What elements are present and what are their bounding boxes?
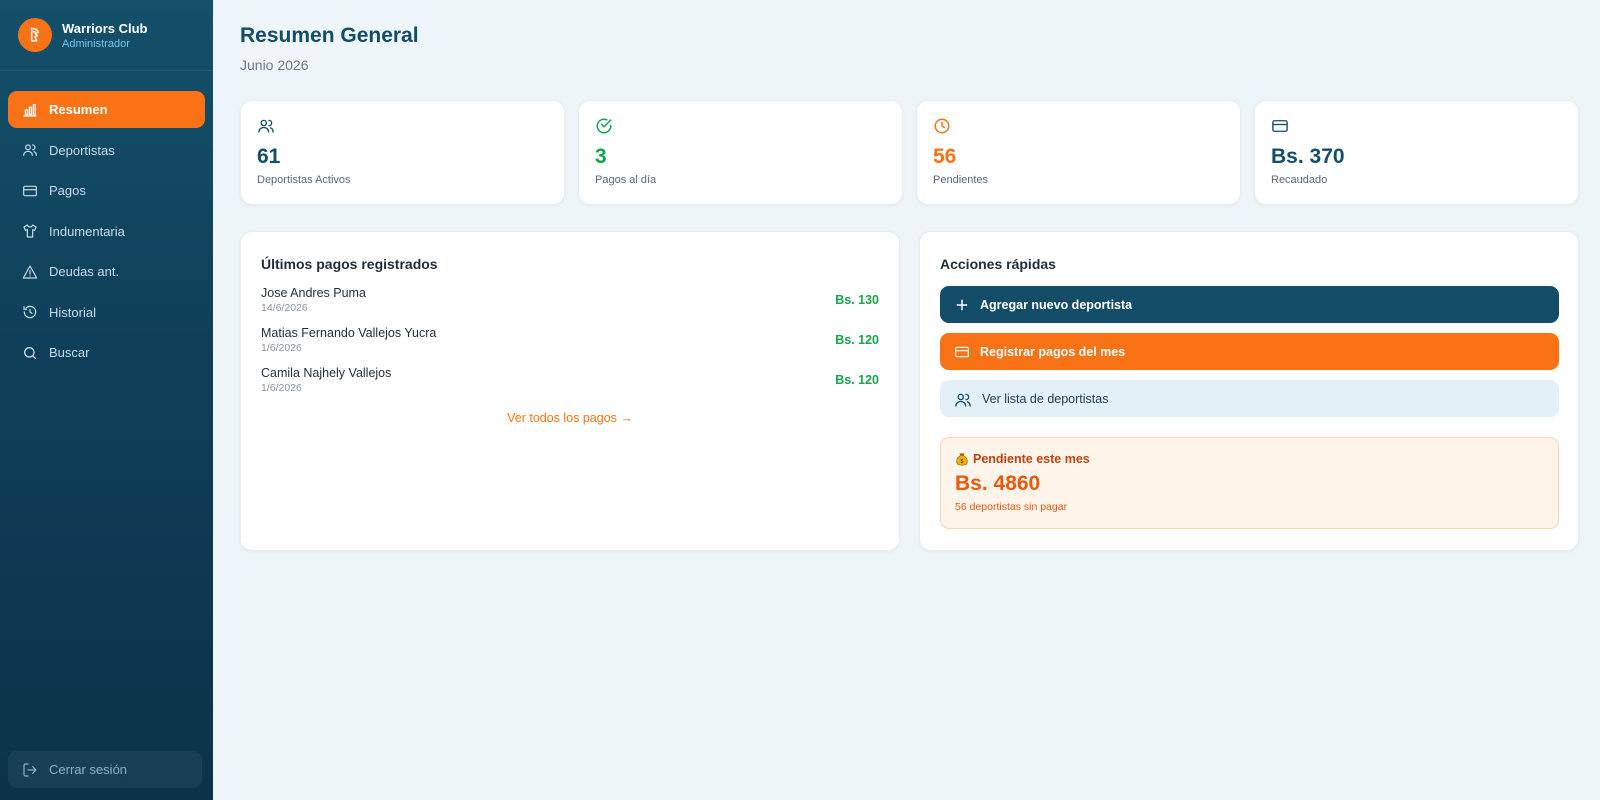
pending-subtitle: 56 deportistas sin pagar <box>955 501 1068 513</box>
add-athlete-button[interactable]: Agregar nuevo deportista <box>940 286 1559 323</box>
brand-header: Warriors Club Administrador <box>0 0 213 71</box>
credit-card-icon <box>22 183 38 199</box>
sidebar-item-label: Deportistas <box>49 142 115 158</box>
logout-button[interactable]: Cerrar sesión <box>8 751 202 788</box>
add-athlete-label: Agregar nuevo deportista <box>980 297 1133 312</box>
sidebar-item-label: Indumentaria <box>49 223 125 239</box>
payment-athlete-name: Jose Andres Puma <box>261 286 366 300</box>
sidebar-item-label: Pagos <box>49 183 86 198</box>
pending-month-panel: $ Pendiente este mes Bs. 4860 56 deporti… <box>940 437 1559 529</box>
payment-date: 14/6/2026 <box>261 302 308 314</box>
card-title: Acciones rápidas <box>940 256 1056 272</box>
sidebar: Warriors Club Administrador Resumen Depo… <box>0 0 213 800</box>
payment-row[interactable]: Jose Andres Puma 14/6/2026 Bs. 130 <box>261 286 879 320</box>
stat-card-paid: 3 Pagos al día <box>578 100 903 205</box>
clock-icon <box>933 117 951 135</box>
view-athletes-button[interactable]: Ver lista de deportistas <box>940 380 1559 417</box>
stat-value: 61 <box>257 145 281 168</box>
bar-chart-icon <box>22 102 38 118</box>
stat-label: Pendientes <box>933 174 989 186</box>
payment-amount: Bs. 120 <box>835 373 879 387</box>
sidebar-item-pagos[interactable]: Pagos <box>8 172 205 209</box>
sidebar-nav: Resumen Deportistas Pagos Indumentaria D… <box>0 71 213 371</box>
check-circle-icon <box>595 117 613 135</box>
logout-icon <box>22 762 38 778</box>
history-icon <box>22 304 38 320</box>
logout-label: Cerrar sesión <box>49 762 128 777</box>
card-title: Últimos pagos registrados <box>261 256 438 272</box>
sidebar-item-deportistas[interactable]: Deportistas <box>8 132 205 169</box>
users-icon <box>954 391 972 407</box>
club-name: Warriors Club <box>62 20 148 36</box>
payment-row[interactable]: Camila Najhely Vallejos 1/6/2026 Bs. 120 <box>261 366 879 400</box>
club-logo <box>18 18 52 52</box>
stat-card-pending: 56 Pendientes <box>916 100 1241 205</box>
payment-date: 1/6/2026 <box>261 342 302 354</box>
stat-value: Bs. 370 <box>1271 145 1345 168</box>
sidebar-item-resumen[interactable]: Resumen <box>8 91 205 128</box>
sidebar-item-indumentaria[interactable]: Indumentaria <box>8 213 205 250</box>
user-role: Administrador <box>62 37 130 50</box>
stat-label: Deportistas Activos <box>257 174 351 186</box>
sidebar-item-label: Resumen <box>49 102 108 117</box>
stat-card-collected: Bs. 370 Recaudado <box>1254 100 1579 205</box>
pending-title: Pendiente este mes <box>973 452 1090 466</box>
view-athletes-label: Ver lista de deportistas <box>982 391 1109 406</box>
sidebar-item-deudas[interactable]: Deudas ant. <box>8 253 205 290</box>
quick-actions-card: Acciones rápidas Agregar nuevo deportist… <box>919 231 1579 551</box>
payment-amount: Bs. 130 <box>835 293 879 307</box>
sidebar-item-label: Buscar <box>49 345 90 360</box>
see-all-payments-link[interactable]: Ver todos los pagos → <box>241 411 899 425</box>
money-bag-icon: $ <box>955 452 969 466</box>
payment-amount: Bs. 120 <box>835 333 879 347</box>
stat-card-active-athletes: 61 Deportistas Activos <box>240 100 565 205</box>
payment-athlete-name: Matias Fernando Vallejos Yucra <box>261 326 437 340</box>
stat-value: 56 <box>933 145 957 168</box>
sidebar-item-label: Historial <box>49 304 96 320</box>
register-payments-label: Registrar pagos del mes <box>980 344 1126 359</box>
shirt-icon <box>22 223 38 239</box>
plus-icon <box>954 297 970 313</box>
payment-date: 1/6/2026 <box>261 382 302 394</box>
page-subtitle: Junio 2026 <box>240 57 309 73</box>
svg-text:$: $ <box>961 459 964 465</box>
stat-label: Pagos al día <box>595 174 657 186</box>
payment-row[interactable]: Matias Fernando Vallejos Yucra 1/6/2026 … <box>261 326 879 360</box>
credit-card-icon <box>1271 117 1289 135</box>
stat-label: Recaudado <box>1271 174 1328 186</box>
users-icon <box>257 117 275 135</box>
credit-card-icon <box>954 344 970 360</box>
sidebar-item-buscar[interactable]: Buscar <box>8 334 205 371</box>
stat-value: 3 <box>595 145 607 168</box>
users-icon <box>22 142 38 158</box>
sidebar-item-label: Deudas ant. <box>49 264 120 279</box>
page-title: Resumen General <box>240 24 419 47</box>
main-content: Resumen General Junio 2026 61 Deportista… <box>213 0 1600 800</box>
alert-triangle-icon <box>22 264 38 280</box>
sidebar-item-historial[interactable]: Historial <box>8 294 205 331</box>
pending-amount: Bs. 4860 <box>955 472 1041 495</box>
register-payments-button[interactable]: Registrar pagos del mes <box>940 333 1559 370</box>
payment-athlete-name: Camila Najhely Vallejos <box>261 366 392 380</box>
recent-payments-card: Últimos pagos registrados Jose Andres Pu… <box>240 231 900 551</box>
search-icon <box>22 345 38 361</box>
